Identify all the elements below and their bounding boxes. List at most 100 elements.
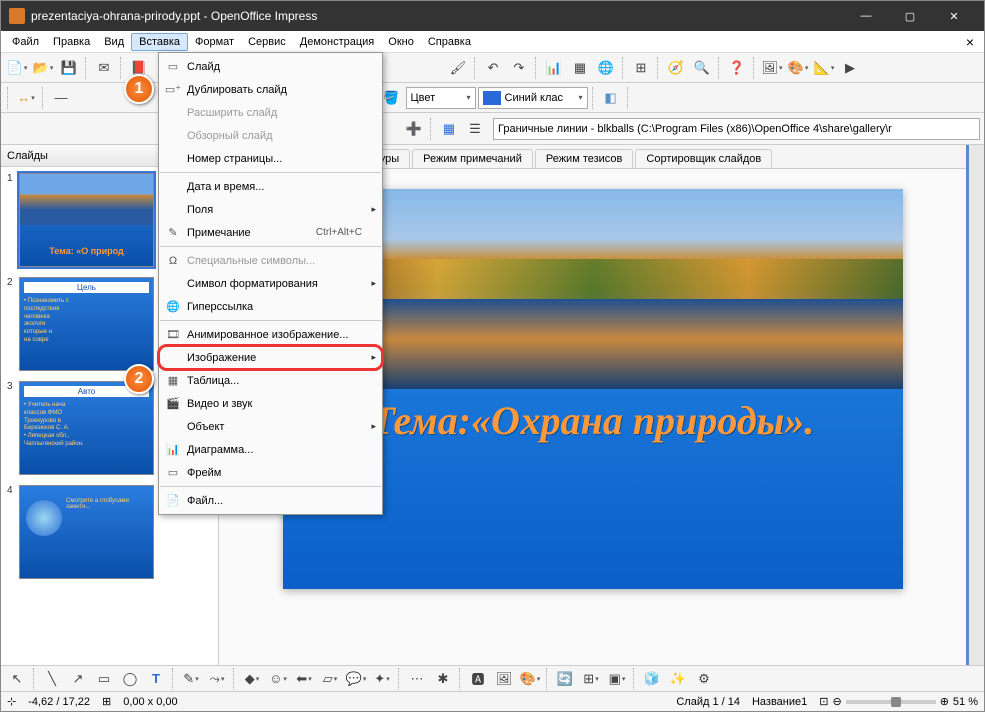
gallery-view1-button[interactable]: ▦ [437, 117, 461, 141]
connector-tool[interactable]: ⤳ [205, 667, 229, 691]
text-tool[interactable]: T [144, 667, 168, 691]
menu-item-14[interactable]: 🎬Видео и звук [159, 392, 382, 415]
menu-tools[interactable]: Сервис [241, 34, 293, 50]
symbols-tool[interactable]: ☺ [266, 667, 290, 691]
task-pane-handle[interactable] [966, 145, 984, 665]
points-tool[interactable]: ⋯ [405, 667, 429, 691]
tab-notes[interactable]: Режим примечаний [412, 149, 533, 168]
menu-format[interactable]: Формат [188, 34, 241, 50]
hyperlink-button[interactable]: 🌐 [594, 56, 618, 80]
menu-item-13[interactable]: ▦Таблица... [159, 369, 382, 392]
arrow-tool[interactable]: ↗ [66, 667, 90, 691]
menu-item-icon: ▭ [163, 60, 183, 73]
menu-item-12[interactable]: Изображение [159, 346, 382, 369]
menu-item-label: Слайд [183, 61, 362, 73]
rotate-tool[interactable]: 🔄 [553, 667, 577, 691]
menu-item-0[interactable]: ▭Слайд [159, 55, 382, 78]
menu-item-label: Объект [183, 421, 362, 433]
slideshow-button[interactable]: ▶ [838, 56, 862, 80]
menu-item-9[interactable]: Символ форматирования [159, 272, 382, 295]
line-tool[interactable]: ╲ [40, 667, 64, 691]
slide-design-button[interactable]: 🎨 [786, 56, 810, 80]
menu-item-15[interactable]: Объект [159, 415, 382, 438]
fill-color-select[interactable]: Синий клас [478, 87, 588, 109]
tab-handout[interactable]: Режим тезисов [535, 149, 634, 168]
zoom-value: 51 % [953, 696, 978, 708]
ellipse-tool[interactable]: ◯ [118, 667, 142, 691]
table-button[interactable]: ▦ [568, 56, 592, 80]
arrows-tool[interactable]: ⬅ [292, 667, 316, 691]
menu-item-4[interactable]: Номер страницы... [159, 147, 382, 170]
zoom-fit-icon[interactable]: ⊡ [819, 695, 828, 708]
gallery-view2-button[interactable]: ☰ [463, 117, 487, 141]
stars-tool[interactable]: ✦ [370, 667, 394, 691]
line-style-button[interactable]: — [49, 86, 73, 110]
menu-item-11[interactable]: 🎞Анимированное изображение... [159, 323, 382, 346]
menu-help[interactable]: Справка [421, 34, 478, 50]
select-tool[interactable]: ↖ [5, 667, 29, 691]
slide-layout-button[interactable]: 📐 [812, 56, 836, 80]
menu-item-icon: 🎬 [163, 397, 183, 410]
slide-button[interactable]: 🖼 [760, 56, 784, 80]
mail-button[interactable]: ✉ [92, 56, 116, 80]
menu-slideshow[interactable]: Демонстрация [293, 34, 382, 50]
menu-item-18[interactable]: 📄Файл... [159, 489, 382, 512]
redo-button[interactable]: ↷ [507, 56, 531, 80]
menu-insert[interactable]: Вставка [131, 33, 188, 51]
menu-file[interactable]: Файл [5, 34, 46, 50]
maximize-button[interactable]: ▢ [888, 1, 932, 31]
format-brush-button[interactable]: 🖌 [446, 56, 470, 80]
save-button[interactable]: 💾 [57, 56, 81, 80]
menu-item-16[interactable]: 📊Диаграмма... [159, 438, 382, 461]
zoom-slider[interactable] [846, 700, 936, 704]
fill-type-select[interactable]: Цвет [406, 87, 476, 109]
window-title: prezentaciya-ohrana-prirody.ppt - OpenOf… [31, 9, 844, 23]
tab-sorter[interactable]: Сортировщик слайдов [635, 149, 772, 168]
callout-tool[interactable]: 💬 [344, 667, 368, 691]
arrow-style-button[interactable]: ↔ [14, 86, 38, 110]
grid-button[interactable]: ⊞ [629, 56, 653, 80]
fill-button[interactable]: 🪣 [380, 86, 404, 110]
curve-tool[interactable]: ✎ [179, 667, 203, 691]
help-button[interactable]: ❓ [725, 56, 749, 80]
close-doc-icon[interactable]: × [960, 34, 980, 50]
menu-item-label: Специальные символы... [183, 255, 362, 267]
gallery-tool[interactable]: 🎨 [518, 667, 542, 691]
from-file-tool[interactable]: 🖼 [492, 667, 516, 691]
shadow-button[interactable]: ◧ [599, 86, 623, 110]
fontwork-tool[interactable]: 🅰 [466, 667, 490, 691]
menu-item-7[interactable]: ✎ПримечаниеCtrl+Alt+C [159, 221, 382, 244]
navigator-button[interactable]: 🧭 [664, 56, 688, 80]
gallery-new-button[interactable]: ➕ [402, 117, 426, 141]
menu-view[interactable]: Вид [97, 34, 131, 50]
new-button[interactable]: 📄 [5, 56, 29, 80]
menu-item-icon: 🌐 [163, 300, 183, 313]
chart-button[interactable]: 📊 [542, 56, 566, 80]
menu-item-6[interactable]: Поля [159, 198, 382, 221]
toolbar-drawing: ↖ ╲ ↗ ▭ ◯ T ✎ ⤳ ◆ ☺ ⬅ ▱ 💬 ✦ ⋯ ✱ 🅰 🖼 🎨 🔄 … [1, 665, 984, 691]
zoom-out-icon[interactable]: ⊖ [832, 695, 841, 708]
close-button[interactable]: ✕ [932, 1, 976, 31]
minimize-button[interactable]: — [844, 1, 888, 31]
menu-window[interactable]: Окно [381, 34, 421, 50]
extrusion-tool[interactable]: 🧊 [640, 667, 664, 691]
zoom-button[interactable]: 🔍 [690, 56, 714, 80]
arrange-tool[interactable]: ▣ [605, 667, 629, 691]
undo-button[interactable]: ↶ [481, 56, 505, 80]
align-tool[interactable]: ⊞ [579, 667, 603, 691]
menu-edit[interactable]: Правка [46, 34, 97, 50]
interaction-tool[interactable]: ⚙ [692, 667, 716, 691]
menu-item-1[interactable]: ▭⁺Дублировать слайд [159, 78, 382, 101]
flowchart-tool[interactable]: ▱ [318, 667, 342, 691]
zoom-in-icon[interactable]: ⊕ [940, 695, 949, 708]
rect-tool[interactable]: ▭ [92, 667, 116, 691]
shapes-tool[interactable]: ◆ [240, 667, 264, 691]
menu-item-17[interactable]: ▭Фрейм [159, 461, 382, 484]
open-button[interactable]: 📂 [31, 56, 55, 80]
menu-item-label: Анимированное изображение... [183, 329, 362, 341]
menu-item-10[interactable]: 🌐Гиперссылка [159, 295, 382, 318]
glue-tool[interactable]: ✱ [431, 667, 455, 691]
menu-item-5[interactable]: Дата и время... [159, 175, 382, 198]
menubar: Файл Правка Вид Вставка Формат Сервис Де… [1, 31, 984, 53]
animation-tool[interactable]: ✨ [666, 667, 690, 691]
